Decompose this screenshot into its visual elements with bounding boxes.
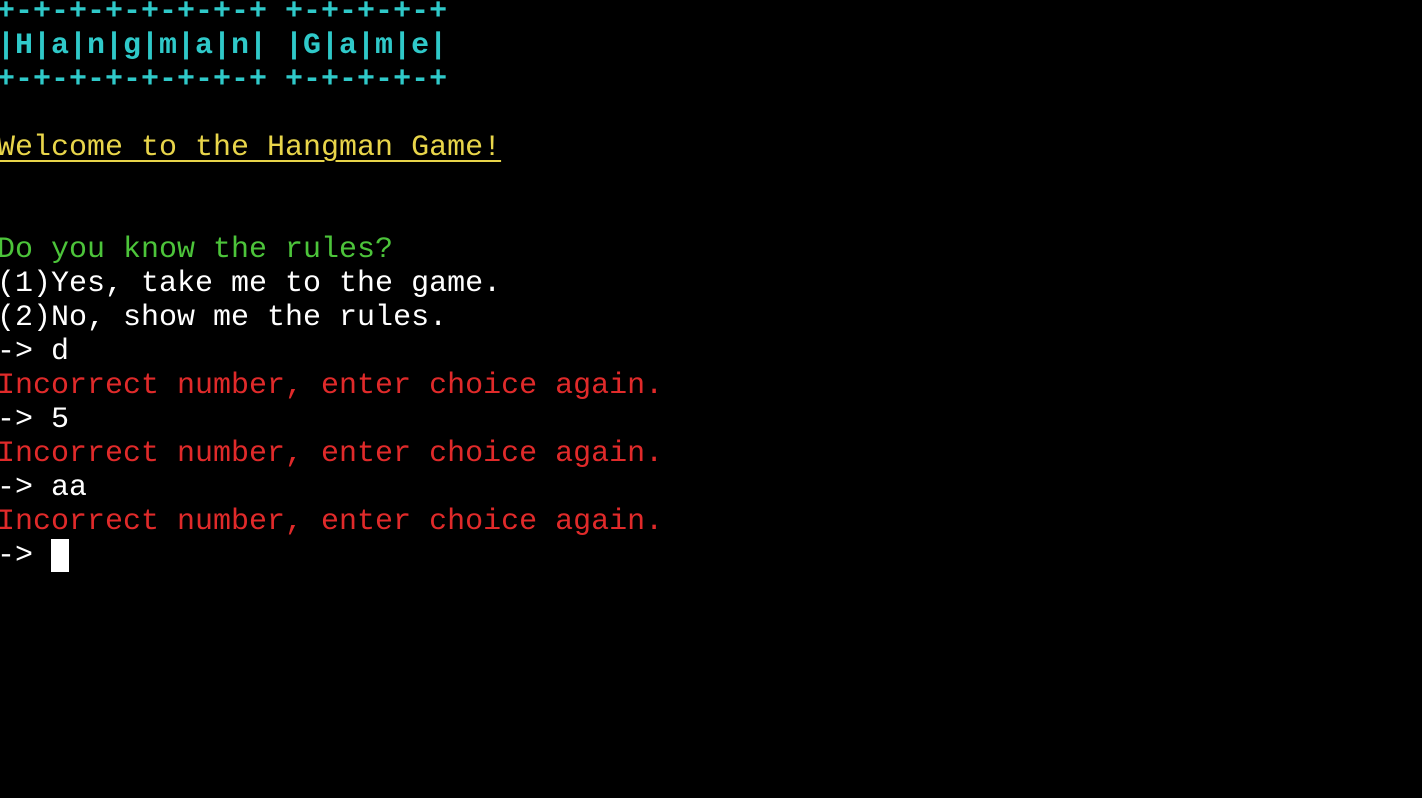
option-play: (1)Yes, take me to the game. — [0, 267, 502, 301]
prompt-input-line: -> d — [0, 335, 70, 369]
banner-top-border: +-+-+-+-+-+-+-+ +-+-+-+-+ — [0, 0, 448, 29]
banner-bottom-border: +-+-+-+-+-+-+-+ +-+-+-+-+ — [0, 63, 448, 97]
error-message: Incorrect number, enter choice again. — [0, 437, 664, 471]
error-message: Incorrect number, enter choice again. — [0, 505, 664, 539]
active-prompt[interactable]: -> — [0, 539, 70, 573]
banner-title: |H|a|n|g|m|a|n| |G|a|m|e| — [0, 29, 448, 63]
welcome-message: Welcome to the Hangman Game! — [0, 131, 501, 165]
prompt-input-line: -> aa — [0, 471, 88, 505]
terminal-window[interactable]: +-+-+-+-+-+-+-+ +-+-+-+-+ |H|a|n|g|m|a|n… — [0, 0, 1422, 798]
prompt-arrow: -> — [0, 539, 52, 573]
text-cursor[interactable] — [51, 539, 70, 572]
prompt-input-line: -> 5 — [0, 403, 70, 437]
welcome-text: Welcome to the Hangman Game! — [0, 131, 502, 165]
rules-question: Do you know the rules? — [0, 233, 394, 267]
option-rules: (2)No, show me the rules. — [0, 301, 448, 335]
error-message: Incorrect number, enter choice again. — [0, 369, 664, 403]
